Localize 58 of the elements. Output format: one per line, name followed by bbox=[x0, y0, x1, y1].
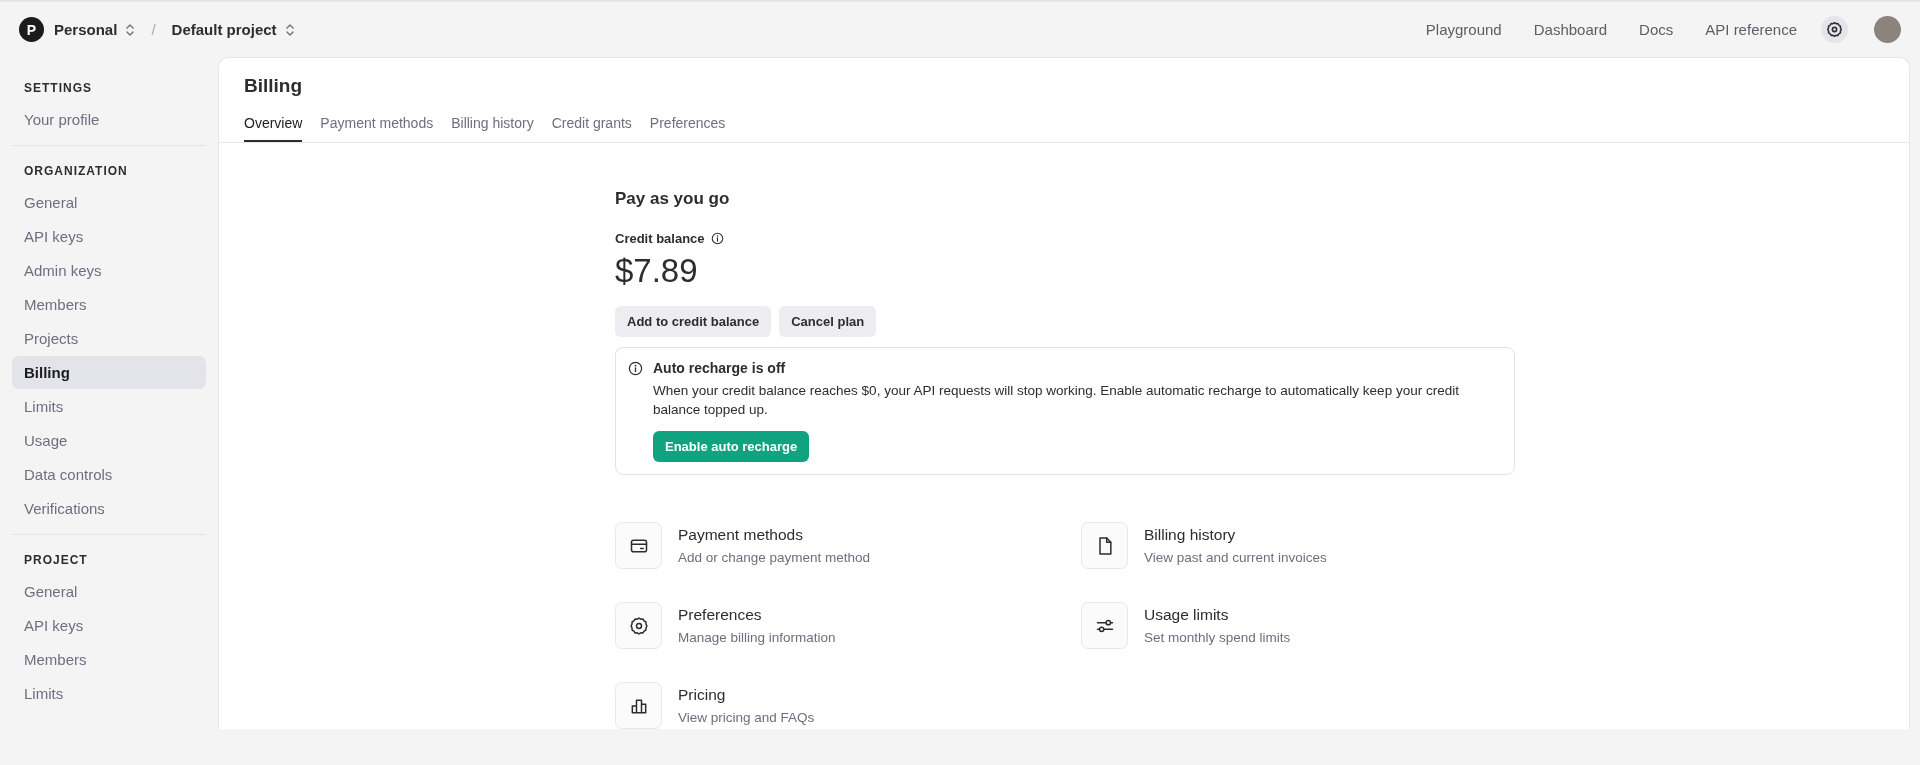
chevron-updown-icon bbox=[125, 22, 136, 37]
sidebar-item[interactable]: General bbox=[12, 186, 206, 219]
sidebar-item[interactable]: Members bbox=[12, 288, 206, 321]
tab[interactable]: Credit grants bbox=[551, 107, 632, 142]
sidebar-item[interactable]: Your profile bbox=[12, 103, 206, 136]
sidebar-item[interactable]: Limits bbox=[12, 677, 206, 710]
enable-auto-recharge-button[interactable]: Enable auto recharge bbox=[653, 431, 810, 462]
section-heading: SETTINGS bbox=[23, 80, 93, 97]
sidebar-item[interactable]: Projects bbox=[12, 322, 206, 355]
avatar[interactable] bbox=[1874, 16, 1901, 43]
link-title[interactable]: Billing history bbox=[1144, 526, 1327, 544]
tab[interactable]: Preferences bbox=[649, 107, 726, 142]
plan-heading: Pay as you go bbox=[615, 189, 731, 209]
alert-message: When your credit balance reaches $0, your API requests will stop working. Enable automatic recharge to automatically keep your credit balance topped up. bbox=[653, 382, 1460, 419]
link-description: View pricing and FAQs bbox=[678, 710, 815, 725]
sidebar-item[interactable]: Members bbox=[12, 643, 206, 676]
chevron-updown-icon bbox=[284, 22, 295, 37]
sidebar-item[interactable]: Verifications bbox=[12, 492, 206, 525]
section-heading: ORGANIZATION bbox=[23, 163, 129, 180]
sidebar-item[interactable]: Limits bbox=[12, 390, 206, 423]
org-avatar: P bbox=[19, 17, 44, 42]
sidebar-item[interactable]: General bbox=[12, 575, 206, 608]
alert-title: Auto recharge is off bbox=[653, 360, 787, 376]
project-switcher[interactable]: Default project bbox=[171, 21, 295, 38]
link-title[interactable]: Preferences bbox=[678, 606, 836, 624]
nav-link[interactable]: API reference bbox=[1705, 21, 1797, 38]
info-icon bbox=[710, 232, 724, 245]
org-switcher[interactable]: Personal bbox=[54, 21, 136, 38]
link-description: View past and current invoices bbox=[1144, 550, 1327, 565]
settings-icon bbox=[1826, 21, 1843, 38]
sidebar-item[interactable]: API keys bbox=[12, 609, 206, 642]
page-title: Billing bbox=[243, 74, 304, 98]
sidebar-item[interactable]: Billing bbox=[12, 356, 206, 389]
balance-amount: $7.89 bbox=[615, 252, 699, 290]
plan-button[interactable]: Cancel plan bbox=[779, 306, 877, 337]
plan-button[interactable]: Add to credit balance bbox=[615, 306, 772, 337]
link-title[interactable]: Payment methods bbox=[678, 526, 871, 544]
section-heading: PROJECT bbox=[23, 552, 89, 569]
balance-label: Credit balance bbox=[615, 231, 705, 246]
tab[interactable]: Billing history bbox=[451, 107, 534, 142]
gear-icon bbox=[628, 615, 649, 636]
link-description: Add or change payment method bbox=[678, 550, 871, 565]
sidebar-item[interactable]: Admin keys bbox=[12, 254, 206, 287]
link-title[interactable]: Usage limits bbox=[1144, 606, 1291, 624]
nav-link[interactable]: Playground bbox=[1425, 21, 1502, 38]
sidebar-item[interactable]: Data controls bbox=[12, 458, 206, 491]
sidebar-item[interactable]: Usage bbox=[12, 424, 206, 457]
link-description: Set monthly spend limits bbox=[1144, 630, 1291, 645]
link-title[interactable]: Pricing bbox=[678, 686, 815, 704]
tab[interactable]: Overview bbox=[244, 107, 303, 142]
link-description: Manage billing information bbox=[678, 630, 836, 645]
sidebar-item[interactable]: API keys bbox=[12, 220, 206, 253]
settings-button[interactable] bbox=[1821, 16, 1848, 43]
breadcrumb-separator: / bbox=[151, 21, 156, 38]
nav-link[interactable]: Docs bbox=[1639, 21, 1674, 38]
nav-link[interactable]: Dashboard bbox=[1533, 21, 1608, 38]
info-icon bbox=[628, 361, 643, 376]
tab[interactable]: Payment methods bbox=[320, 107, 434, 142]
